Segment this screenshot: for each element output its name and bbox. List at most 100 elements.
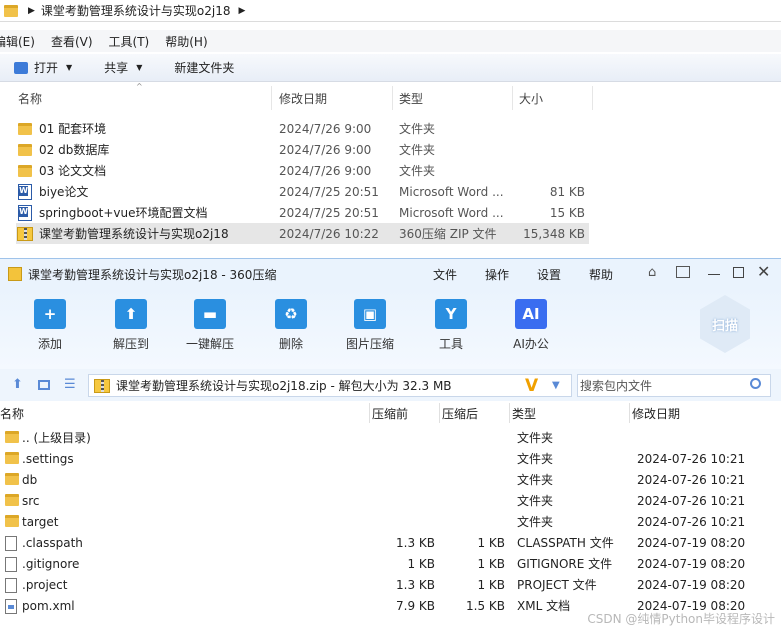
zip-column-header-mod[interactable]: 修改日期: [630, 403, 781, 423]
menu-tools[interactable]: 工具(T): [109, 33, 150, 50]
cell-type: 文件夹: [517, 473, 554, 487]
table-row[interactable]: target 文件夹 2024-07-26 10:21: [0, 511, 781, 532]
file-date: 2024/7/26 9:00: [279, 142, 372, 157]
v-brand-icon[interactable]: V: [525, 376, 538, 396]
file-name: biye论文: [39, 185, 89, 199]
cell-mod: 2024-07-19 08:20: [637, 556, 746, 571]
cell-mod: 2024-07-26 10:21: [637, 493, 746, 508]
search-input[interactable]: 搜索包内文件: [577, 374, 771, 397]
cell-comp: 1 KB: [477, 535, 505, 550]
chevron-right-icon[interactable]: ▶: [239, 6, 246, 16]
zip-column-header-type[interactable]: 类型: [510, 403, 630, 423]
file-icon: [5, 557, 17, 572]
column-header-size[interactable]: 大小: [513, 86, 593, 110]
menu-settings[interactable]: 设置: [537, 266, 561, 283]
menu-operate[interactable]: 操作: [485, 266, 509, 283]
toolbar-button[interactable]: ♻ 删除: [261, 299, 321, 352]
table-row[interactable]: .gitignore 1 KB 1 KB GITIGNORE 文件 2024-07-19…: [0, 553, 781, 574]
file-row[interactable]: 02 db数据库 2024/7/26 9:00 文件夹: [16, 139, 589, 160]
app-logo-icon: [8, 267, 22, 281]
cell-name: pom.xml: [22, 598, 75, 613]
zip-column-orig-label: 压缩前: [372, 406, 409, 421]
window-title: 课堂考勤管理系统设计与实现o2j18 - 360压缩: [28, 267, 277, 282]
table-row[interactable]: .. (上级目录) 文件夹: [0, 427, 781, 448]
cell-type: GITIGNORE 文件: [517, 557, 613, 571]
search-icon[interactable]: [750, 378, 761, 389]
file-row[interactable]: biye论文 2024/7/25 20:51 Microsoft Word ... 8…: [16, 181, 589, 202]
view-thumbnail-icon[interactable]: [38, 380, 50, 390]
table-row[interactable]: .classpath 1.3 KB 1 KB CLASSPATH 文件 2024-07-…: [0, 532, 781, 553]
file-icon: [5, 536, 17, 551]
menu-view[interactable]: 查看(V): [51, 33, 93, 50]
menu-help[interactable]: 帮助(H): [165, 33, 207, 50]
toolbar-button[interactable]: ▬ 一键解压: [180, 299, 240, 352]
ai-office-icon: AI: [515, 299, 547, 329]
add-button[interactable]: + 添加: [20, 299, 80, 352]
chevron-down-icon[interactable]: ▼: [552, 380, 560, 391]
archive-path-field[interactable]: 课堂考勤管理系统设计与实现o2j18.zip - 解包大小为 32.3 MB V…: [88, 374, 572, 397]
file-row[interactable]: springboot+vue环境配置文档 2024/7/25 20:51 Micro…: [16, 202, 589, 223]
up-arrow-icon[interactable]: ⬆: [12, 377, 23, 392]
feedback-icon[interactable]: [676, 266, 690, 278]
toolbar-button[interactable]: Y 工具: [421, 299, 481, 352]
zip-column-header-orig[interactable]: 压缩前: [370, 403, 440, 423]
table-row[interactable]: .settings 文件夹 2024-07-26 10:21: [0, 448, 781, 469]
file-name: 01 配套环境: [39, 122, 107, 136]
xml-file-icon: [5, 599, 17, 614]
cell-mod: 2024-07-19 08:20: [637, 577, 746, 592]
new-folder-button[interactable]: 新建文件夹: [174, 59, 234, 76]
file-row[interactable]: 课堂考勤管理系统设计与实现o2j18 2024/7/26 10:22 360压缩 Z…: [16, 223, 589, 244]
table-row[interactable]: db 文件夹 2024-07-26 10:21: [0, 469, 781, 490]
chevron-right-icon[interactable]: ▶: [28, 6, 35, 16]
menu-file[interactable]: 文件: [433, 266, 457, 283]
toolbar-button[interactable]: ⬆ 解压到: [101, 299, 161, 352]
trash-icon: ♻: [275, 299, 307, 329]
one-click-extract-icon: ▬: [194, 299, 226, 329]
cell-orig: 1.3 KB: [396, 535, 435, 550]
toolbar-button[interactable]: ▣ 图片压缩: [340, 299, 400, 352]
table-row[interactable]: .project 1.3 KB 1 KB PROJECT 文件 2024-07-19 0…: [0, 574, 781, 595]
skin-icon[interactable]: ⌂: [648, 265, 656, 280]
file-size: 15 KB: [549, 205, 585, 220]
scan-button[interactable]: 扫描: [700, 295, 750, 353]
file-date: 2024/7/26 9:00: [279, 163, 372, 178]
folder-icon: [5, 515, 19, 527]
maximize-icon[interactable]: [733, 267, 744, 278]
menu-help[interactable]: 帮助: [589, 266, 613, 283]
open-icon: [14, 61, 28, 74]
cell-mod: 2024-07-26 10:21: [637, 472, 746, 487]
address-bar[interactable]: ▶ 课堂考勤管理系统设计与实现o2j18 ▶: [0, 0, 781, 22]
tools-icon: Y: [435, 299, 467, 329]
toolbar-button-label: 工具: [438, 337, 463, 351]
zip-column-header-name[interactable]: 名称: [0, 403, 370, 423]
column-header-name[interactable]: 名称 ^: [16, 82, 272, 110]
share-button[interactable]: 共享 ▼: [104, 59, 142, 76]
file-explorer-window: ▶ 课堂考勤管理系统设计与实现o2j18 ▶ 编辑(E) 查看(V) 工具(T)…: [0, 0, 781, 258]
file-row[interactable]: 01 配套环境 2024/7/26 9:00 文件夹: [16, 118, 589, 139]
minimize-icon[interactable]: [708, 274, 720, 275]
column-size-label: 大小: [519, 91, 544, 106]
menu-edit[interactable]: 编辑(E): [0, 33, 35, 50]
zip-column-header-comp[interactable]: 压缩后: [440, 403, 510, 423]
column-header-date[interactable]: 修改日期: [273, 86, 393, 110]
share-label: 共享: [104, 61, 129, 75]
open-button[interactable]: 打开 ▼: [14, 59, 72, 76]
table-row[interactable]: src 文件夹 2024-07-26 10:21: [0, 490, 781, 511]
path-bar: ⬆ ☰ 课堂考勤管理系统设计与实现o2j18.zip - 解包大小为 32.3 …: [0, 369, 781, 401]
breadcrumb[interactable]: 课堂考勤管理系统设计与实现o2j18: [41, 2, 231, 19]
watermark: CSDN @纯情Python毕设程序设计: [587, 612, 775, 626]
file-row[interactable]: 03 论文文档 2024/7/26 9:00 文件夹: [16, 160, 589, 181]
close-icon[interactable]: ✕: [757, 262, 770, 281]
word-doc-icon: [16, 204, 34, 221]
menu-bar: 编辑(E) 查看(V) 工具(T) 帮助(H): [0, 30, 781, 52]
column-header-type[interactable]: 类型: [393, 86, 513, 110]
folder-icon: [16, 143, 34, 156]
zip-column-name-label: 名称: [0, 406, 25, 421]
toolbar-button[interactable]: AI AI办公: [501, 299, 561, 352]
view-list-icon[interactable]: ☰: [64, 377, 76, 392]
cell-orig: 1.3 KB: [396, 577, 435, 592]
file-type: 文件夹: [399, 122, 436, 136]
cell-type: XML 文档: [517, 599, 571, 613]
cell-name: .settings: [22, 451, 74, 466]
folder-icon: [5, 452, 19, 464]
